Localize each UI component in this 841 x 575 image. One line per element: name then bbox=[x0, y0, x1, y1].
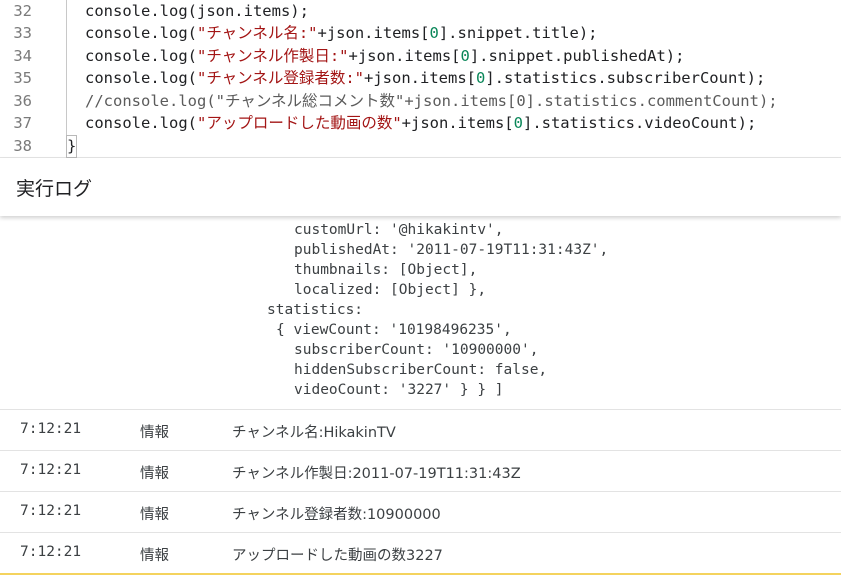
string-token: "チャンネル名:" bbox=[196, 24, 318, 42]
code-token: ].snippet.title); bbox=[438, 24, 598, 42]
code-line[interactable]: 34 console.log("チャンネル作製日:"+json.items[0].… bbox=[0, 45, 841, 68]
log-time: 7:12:21 bbox=[20, 421, 82, 437]
string-token: "チャンネル登録者数:" bbox=[196, 69, 365, 87]
log-entry-row[interactable]: 7:12:21 情報 チャンネル作製日:2011-07-19T11:31:43Z bbox=[0, 450, 841, 491]
execution-log-title: 実行ログ bbox=[16, 178, 93, 200]
execution-log-header: 実行ログ bbox=[0, 158, 841, 216]
code-token: ].snippet.publishedAt); bbox=[469, 47, 685, 65]
code-line[interactable]: 33 console.log("チャンネル名:"+json.items[0].sn… bbox=[0, 22, 841, 45]
code-line[interactable]: 32 console.log(json.items); bbox=[0, 0, 841, 23]
log-json-line: publishedAt: '2011-07-19T11:31:43Z', bbox=[294, 242, 609, 258]
line-number: 33 bbox=[13, 24, 32, 42]
code-token: ].statistics.videoCount); bbox=[522, 114, 757, 132]
log-entry-row[interactable]: 7:12:21 情報 チャンネル登録者数:10900000 bbox=[0, 491, 841, 532]
log-entry-row[interactable]: 7:12:21 情報 チャンネル名:HikakinTV bbox=[0, 409, 841, 450]
log-message: アップロードした動画の数3227 bbox=[232, 548, 443, 564]
code-text: console.log(json.items); bbox=[85, 0, 309, 23]
line-number: 34 bbox=[13, 47, 32, 65]
code-token: +json.items[ bbox=[364, 69, 476, 87]
number-token: 0 bbox=[429, 24, 439, 42]
code-token: console.log( bbox=[85, 114, 197, 132]
line-number: 37 bbox=[13, 114, 32, 132]
log-level-label: 情報 bbox=[140, 425, 169, 441]
code-line[interactable]: 38} bbox=[0, 135, 841, 158]
log-json-line: localized: [Object] }, bbox=[294, 282, 487, 298]
log-message: チャンネル作製日:2011-07-19T11:31:43Z bbox=[232, 466, 521, 482]
string-token: "チャンネル作製日:" bbox=[196, 47, 349, 65]
number-token: 0 bbox=[460, 47, 470, 65]
log-json-line: { viewCount: '10198496235', bbox=[276, 322, 512, 338]
code-text: console.log("チャンネル登録者数:"+json.items[0].s… bbox=[85, 67, 765, 90]
code-token: ].statistics.subscriberCount); bbox=[485, 69, 766, 87]
code-token: console.log(json.items); bbox=[85, 2, 309, 20]
number-token: 0 bbox=[513, 114, 523, 132]
number-token: 0 bbox=[476, 69, 486, 87]
log-json-line: thumbnails: [Object], bbox=[294, 262, 478, 278]
log-level-label: 情報 bbox=[140, 548, 169, 564]
code-text: //console.log("チャンネル総コメント数"+json.items[0… bbox=[85, 90, 778, 113]
code-text: console.log("チャンネル作製日:"+json.items[0].sn… bbox=[85, 45, 684, 68]
line-number: 36 bbox=[13, 92, 32, 110]
log-json-line: statistics: bbox=[267, 302, 364, 318]
log-entry-row[interactable]: 7:12:21 情報 アップロードした動画の数3227 bbox=[0, 532, 841, 573]
code-line[interactable]: 36 //console.log("チャンネル総コメント数"+json.items… bbox=[0, 90, 841, 113]
string-token: "アップロードした動画の数" bbox=[196, 114, 402, 132]
code-token: +json.items[ bbox=[401, 114, 514, 132]
code-text: console.log("アップロードした動画の数"+json.items[0]… bbox=[85, 112, 756, 135]
code-token: console.log( bbox=[85, 47, 197, 65]
code-token: console.log( bbox=[85, 69, 197, 87]
log-json-line: subscriberCount: '10900000', bbox=[294, 342, 539, 358]
log-time: 7:12:21 bbox=[20, 462, 82, 478]
code-token: +json.items[ bbox=[348, 47, 461, 65]
log-level-label: 情報 bbox=[140, 507, 169, 523]
log-json-line: videoCount: '3227' } } ] bbox=[294, 382, 504, 398]
line-number: 38 bbox=[13, 137, 32, 155]
code-text: console.log("チャンネル名:"+json.items[0].snip… bbox=[85, 22, 597, 45]
comment-token: //console.log("チャンネル総コメント数"+json.items[0… bbox=[85, 92, 778, 110]
execution-log-panel[interactable]: customUrl: '@hikakintv', publishedAt: '20… bbox=[0, 217, 841, 575]
log-time: 7:12:21 bbox=[20, 544, 82, 560]
line-number: 35 bbox=[13, 69, 32, 87]
code-line[interactable]: 35 console.log("チャンネル登録者数:"+json.items[0]… bbox=[0, 67, 841, 90]
log-time: 7:12:21 bbox=[20, 503, 82, 519]
log-message: チャンネル名:HikakinTV bbox=[232, 425, 396, 441]
log-json-line: hiddenSubscriberCount: false, bbox=[294, 362, 548, 378]
log-level-label: 情報 bbox=[140, 466, 169, 482]
code-token: +json.items[ bbox=[317, 24, 430, 42]
closing-brace: } bbox=[66, 135, 77, 158]
code-token: console.log( bbox=[85, 24, 197, 42]
line-number: 32 bbox=[13, 2, 32, 20]
code-line[interactable]: 37 console.log("アップロードした動画の数"+json.items[… bbox=[0, 112, 841, 135]
log-message: チャンネル登録者数:10900000 bbox=[232, 507, 441, 523]
log-json-line: customUrl: '@hikakintv', bbox=[294, 222, 504, 238]
code-editor[interactable]: 32 console.log(json.items); 33 console.log(… bbox=[0, 0, 841, 158]
